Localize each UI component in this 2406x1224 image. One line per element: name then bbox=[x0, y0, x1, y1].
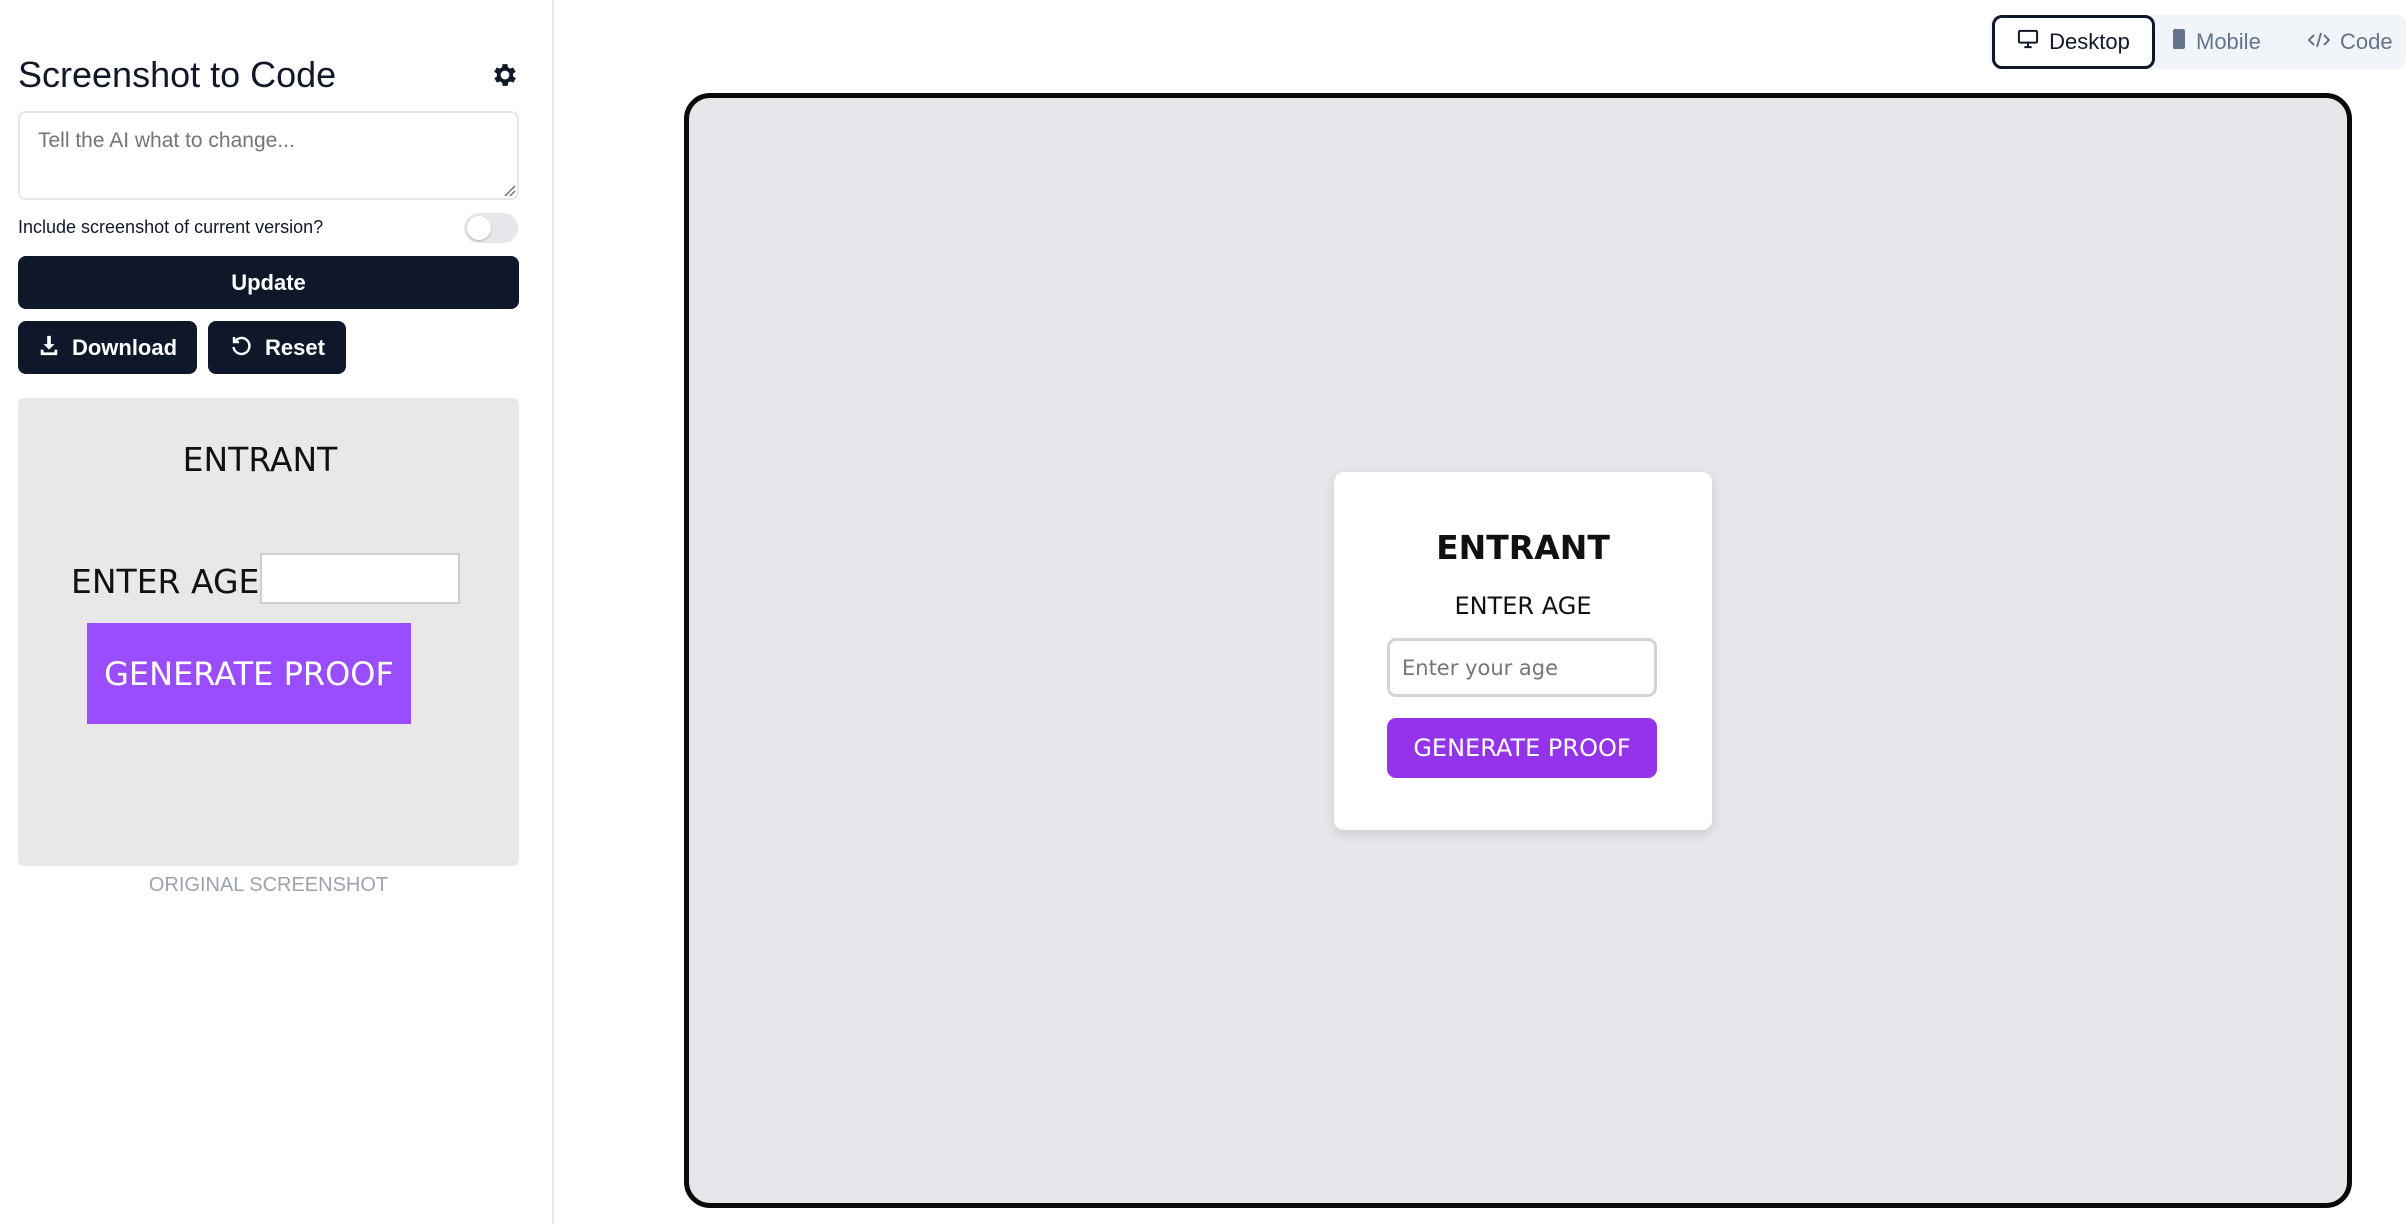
tab-code[interactable]: Code bbox=[2300, 15, 2400, 69]
original-title: ENTRANT bbox=[182, 440, 338, 479]
original-age-label: ENTER AGE bbox=[71, 562, 260, 601]
preview-title: ENTRANT bbox=[1436, 528, 1610, 567]
code-icon bbox=[2307, 29, 2331, 55]
download-button[interactable]: Download bbox=[18, 321, 197, 374]
preview-frame: ENTRANT ENTER AGE GENERATE PROOF bbox=[684, 93, 2352, 1208]
tab-mobile[interactable]: Mobile bbox=[2168, 15, 2288, 69]
include-screenshot-label: Include screenshot of current version? bbox=[18, 217, 324, 237]
download-icon bbox=[38, 334, 60, 362]
desktop-icon bbox=[2017, 29, 2039, 55]
download-button-label: Download bbox=[71, 334, 178, 360]
original-age-input bbox=[260, 553, 460, 604]
view-tabs: Desktop Mobile Code bbox=[1990, 15, 2406, 69]
tab-mobile-label: Mobile bbox=[2196, 29, 2261, 54]
sidebar: Screenshot to Code Include screenshot of… bbox=[0, 0, 554, 1224]
include-screenshot-toggle[interactable] bbox=[464, 213, 518, 243]
reset-button-label: Reset bbox=[265, 334, 325, 360]
preview-age-input[interactable] bbox=[1387, 638, 1657, 697]
preview-generate-button[interactable]: GENERATE PROOF bbox=[1387, 718, 1657, 778]
preview-card: ENTRANT ENTER AGE GENERATE PROOF bbox=[1334, 472, 1712, 830]
original-generate-button: GENERATE PROOF bbox=[87, 623, 411, 724]
reset-button[interactable]: Reset bbox=[208, 321, 346, 374]
preview-generate-label: GENERATE PROOF bbox=[1413, 734, 1631, 762]
tab-desktop[interactable]: Desktop bbox=[1992, 15, 2155, 69]
app-title: Screenshot to Code bbox=[18, 54, 337, 95]
toggle-knob bbox=[467, 216, 491, 240]
preview-age-label: ENTER AGE bbox=[1454, 592, 1592, 620]
update-button-label: Update bbox=[231, 269, 306, 295]
resize-grip-icon[interactable] bbox=[502, 183, 516, 197]
reset-icon bbox=[229, 333, 253, 363]
update-button[interactable]: Update bbox=[18, 256, 519, 309]
prompt-textarea[interactable] bbox=[18, 111, 519, 200]
gear-icon[interactable] bbox=[490, 60, 520, 90]
tab-code-label: Code bbox=[2340, 29, 2393, 54]
mobile-icon bbox=[2172, 28, 2186, 56]
tab-desktop-label: Desktop bbox=[2049, 29, 2130, 54]
original-screenshot-caption: ORIGINAL SCREENSHOT bbox=[148, 874, 389, 896]
original-screenshot: ENTRANT ENTER AGE GENERATE PROOF bbox=[18, 398, 519, 866]
